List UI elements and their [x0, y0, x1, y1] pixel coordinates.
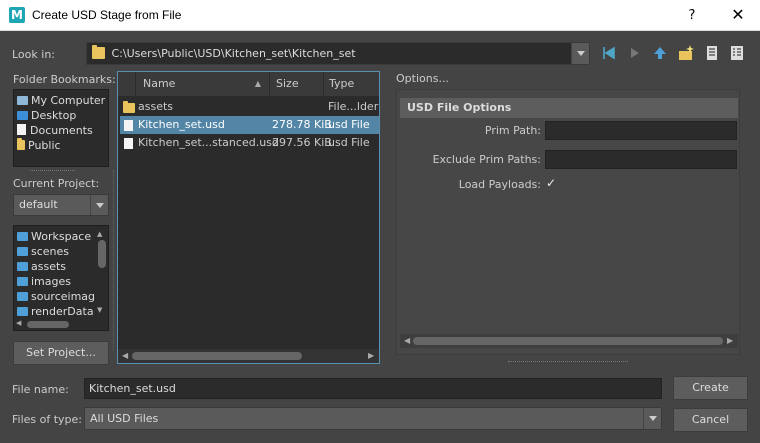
scroll-right-icon[interactable]: ▶ [368, 351, 374, 360]
scrollbar-thumb[interactable] [132, 352, 302, 360]
folder-icon [17, 232, 28, 241]
bookmark-my-computer[interactable]: My Computer [17, 93, 108, 108]
project-folder-list: Workspace R scenes assets images sourcei… [13, 225, 109, 331]
folder-icon [17, 247, 28, 256]
column-header-name[interactable]: Name ▲ [136, 72, 270, 96]
project-horizontal-scrollbar[interactable]: ◀ [14, 318, 96, 330]
project-folder-item[interactable]: sourceimage [17, 289, 94, 304]
file-row-kitchen-set[interactable]: Kitchen_set.usd 278.78 KiB usd File [120, 116, 379, 134]
back-icon[interactable] [601, 45, 617, 61]
column-header-type[interactable]: Type [324, 72, 379, 96]
files-of-type-combo[interactable]: All USD Files [84, 407, 662, 430]
options-label: Options... [396, 72, 449, 85]
file-icon [124, 138, 133, 149]
scroll-right-icon[interactable]: ▶ [727, 336, 733, 345]
folder-icon [17, 307, 28, 316]
create-button[interactable]: Create [673, 376, 748, 400]
splitter-handle[interactable] [113, 170, 114, 350]
look-in-path: C:\Users\Public\USD\Kitchen_set\Kitchen_… [111, 47, 356, 60]
splitter-handle[interactable] [30, 170, 75, 171]
folder-icon [17, 292, 28, 301]
set-project-button[interactable]: Set Project... [13, 341, 109, 365]
project-vertical-scrollbar[interactable]: ▲ ▼ [96, 226, 108, 318]
folder-icon [92, 45, 105, 59]
project-folder-item[interactable]: assets [17, 259, 94, 274]
scroll-down-icon[interactable]: ▼ [97, 306, 102, 314]
project-folder-item[interactable]: Workspace R [17, 229, 94, 244]
desktop-icon [17, 111, 28, 120]
scroll-left-icon[interactable]: ◀ [122, 351, 128, 360]
files-of-type-label: Files of type: [12, 413, 83, 426]
load-payloads-label: Load Payloads: [458, 178, 541, 191]
close-button[interactable]: ✕ [726, 4, 750, 26]
scroll-left-icon[interactable]: ◀ [404, 336, 410, 345]
scroll-up-icon[interactable]: ▲ [97, 230, 102, 238]
file-name-input[interactable]: Kitchen_set.usd [84, 378, 662, 399]
exclude-prim-paths-label: Exclude Prim Paths: [432, 153, 541, 166]
prim-path-input[interactable] [545, 121, 737, 140]
folder-icon [17, 262, 28, 271]
exclude-prim-paths-input[interactable] [545, 150, 737, 169]
project-folder-item[interactable]: renderData [17, 304, 94, 319]
folder-icon [17, 138, 25, 150]
sort-ascending-icon: ▲ [254, 79, 261, 88]
splitter-handle[interactable] [508, 361, 628, 362]
usd-file-options-header[interactable]: USD File Options [400, 98, 738, 118]
options-panel: USD File Options Prim Path: Exclude Prim… [396, 89, 740, 355]
file-icon [124, 120, 133, 131]
look-in-label: Look in: [12, 48, 55, 61]
bookmark-desktop[interactable]: Desktop [17, 108, 108, 123]
look-in-combo[interactable]: C:\Users\Public\USD\Kitchen_set\Kitchen_… [86, 42, 590, 65]
file-list: Name ▲ Size Type assets File...lder Kitch… [117, 71, 380, 364]
bookmarks-label: Folder Bookmarks: [13, 73, 116, 86]
window-title: Create USD Stage from File [32, 8, 182, 22]
new-folder-icon[interactable] [678, 45, 694, 61]
chevron-down-icon[interactable] [90, 195, 108, 215]
prim-path-label: Prim Path: [484, 124, 541, 137]
current-project-label: Current Project: [13, 177, 100, 190]
scroll-left-icon[interactable]: ◀ [16, 319, 21, 327]
file-list-horizontal-scrollbar[interactable]: ◀ ▶ [118, 349, 379, 363]
file-list-header: Name ▲ Size Type [118, 72, 379, 96]
file-row-kitchen-set-instanced[interactable]: Kitchen_set...stanced.usd 297.56 KiB usd… [120, 134, 379, 152]
load-payloads-checkbox[interactable]: ✓ [544, 176, 558, 190]
folder-icon [123, 101, 135, 113]
bookmark-public[interactable]: Public [17, 138, 108, 153]
project-combo[interactable]: default [13, 194, 109, 216]
scrollbar-thumb[interactable] [27, 321, 69, 328]
documents-icon [17, 124, 26, 135]
maya-app-icon: M [9, 7, 25, 23]
file-row-assets[interactable]: assets File...lder [120, 98, 379, 116]
options-horizontal-scrollbar[interactable]: ◀ ▶ [400, 334, 738, 348]
up-folder-icon[interactable] [652, 45, 668, 61]
chevron-down-icon[interactable] [571, 43, 589, 64]
scrollbar-thumb[interactable] [413, 337, 723, 345]
forward-icon[interactable] [627, 45, 643, 61]
detail-view-icon[interactable] [729, 45, 745, 61]
project-folder-item[interactable]: scenes [17, 244, 94, 259]
project-folder-item[interactable]: images [17, 274, 94, 289]
help-button[interactable]: ? [680, 6, 704, 26]
chevron-down-icon[interactable] [643, 408, 661, 429]
cancel-button[interactable]: Cancel [673, 408, 748, 432]
bookmarks-list: My Computer Desktop Documents Public [13, 89, 109, 167]
computer-icon [17, 96, 28, 105]
list-view-icon[interactable] [704, 45, 720, 61]
folder-icon [17, 277, 28, 286]
file-name-label: File name: [12, 383, 69, 396]
bookmark-documents[interactable]: Documents [17, 123, 108, 138]
scrollbar-thumb[interactable] [98, 240, 106, 268]
column-header-size[interactable]: Size [270, 72, 324, 96]
